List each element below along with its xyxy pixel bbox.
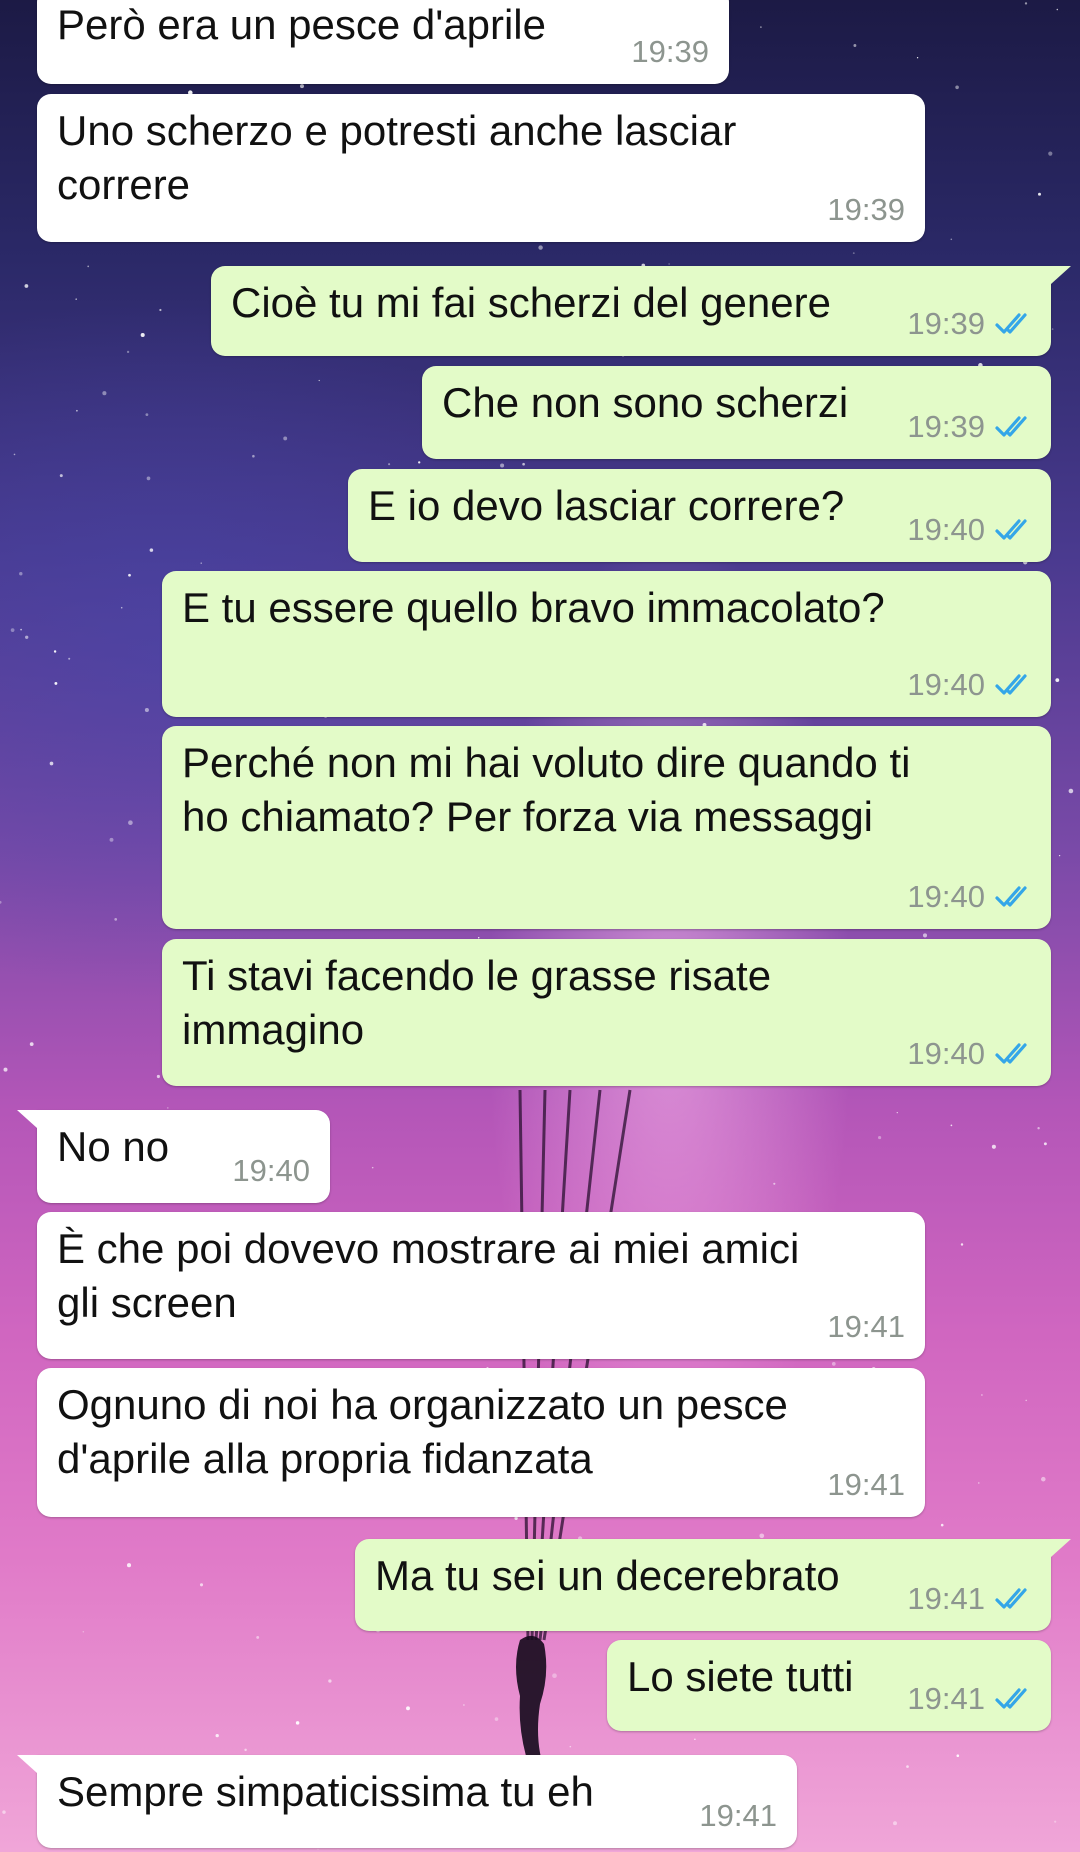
message-text: Ognuno di noi ha organizzato un pesce d'… bbox=[57, 1381, 788, 1482]
double-check-icon bbox=[995, 416, 1027, 437]
message-text: Però era un pesce d'aprile bbox=[57, 1, 546, 48]
double-check-icon bbox=[995, 674, 1027, 695]
message-timestamp: 19:40 bbox=[907, 1036, 985, 1071]
message-timestamp: 19:40 bbox=[907, 667, 985, 702]
outgoing-message[interactable]: E tu essere quello bravo immacolato? 19:4… bbox=[162, 571, 1051, 717]
message-timestamp: 19:41 bbox=[827, 1467, 905, 1502]
outgoing-message[interactable]: Cioè tu mi fai scherzi del genere 19:39 bbox=[211, 266, 1071, 356]
message-timestamp: 19:41 bbox=[907, 1581, 985, 1616]
double-check-icon bbox=[995, 1588, 1027, 1609]
message-text: Sempre simpaticissima tu eh bbox=[57, 1768, 594, 1815]
message-text: Cioè tu mi fai scherzi del genere bbox=[231, 279, 831, 326]
outgoing-message[interactable]: Ma tu sei un decerebrato 19:41 bbox=[355, 1539, 1071, 1631]
outgoing-message[interactable]: Perché non mi hai voluto dire quando ti … bbox=[162, 726, 1051, 929]
message-text: Perché non mi hai voluto dire quando ti … bbox=[182, 739, 911, 840]
message-meta: 19:41 bbox=[827, 1309, 905, 1345]
chat-thread: Però era un pesce d'aprile 19:39 Uno scher… bbox=[0, 0, 1080, 1852]
message-meta: 19:39 bbox=[827, 192, 905, 228]
message-meta: 19:40 bbox=[232, 1153, 310, 1189]
message-text: Che non sono scherzi bbox=[442, 379, 849, 426]
message-text: E io devo lasciar correre? bbox=[368, 482, 845, 529]
message-meta: 19:41 bbox=[907, 1681, 1033, 1717]
message-timestamp: 19:41 bbox=[827, 1309, 905, 1344]
outgoing-message[interactable]: Lo siete tutti 19:41 bbox=[607, 1640, 1051, 1731]
message-meta: 19:41 bbox=[699, 1798, 777, 1834]
outgoing-message[interactable]: Ti stavi facendo le grasse risate immagi… bbox=[162, 939, 1051, 1086]
incoming-message[interactable]: È che poi dovevo mostrare ai miei amici … bbox=[37, 1212, 925, 1359]
message-meta: 19:40 bbox=[907, 667, 1033, 703]
message-timestamp: 19:41 bbox=[907, 1681, 985, 1716]
double-check-icon bbox=[995, 519, 1027, 540]
message-meta: 19:40 bbox=[907, 512, 1033, 548]
message-text: Ti stavi facendo le grasse risate immagi… bbox=[182, 952, 772, 1053]
incoming-message[interactable]: Sempre simpaticissima tu eh 19:41 bbox=[17, 1755, 797, 1848]
incoming-message[interactable]: Però era un pesce d'aprile 19:39 bbox=[37, 0, 729, 84]
message-timestamp: 19:39 bbox=[907, 409, 985, 444]
message-meta: 19:41 bbox=[827, 1467, 905, 1503]
message-timestamp: 19:40 bbox=[232, 1153, 310, 1188]
message-timestamp: 19:39 bbox=[907, 306, 985, 341]
double-check-icon bbox=[995, 1688, 1027, 1709]
message-timestamp: 19:39 bbox=[631, 34, 709, 69]
message-meta: 19:39 bbox=[907, 409, 1033, 445]
incoming-message[interactable]: Ognuno di noi ha organizzato un pesce d'… bbox=[37, 1368, 925, 1517]
message-timestamp: 19:39 bbox=[827, 192, 905, 227]
message-meta: 19:39 bbox=[907, 306, 1033, 342]
message-meta: 19:40 bbox=[907, 879, 1033, 915]
incoming-message[interactable]: No no 19:40 bbox=[17, 1110, 330, 1203]
message-text: E tu essere quello bravo immacolato? bbox=[182, 584, 885, 631]
message-timestamp: 19:40 bbox=[907, 512, 985, 547]
message-meta: 19:39 bbox=[631, 34, 709, 70]
message-meta: 19:40 bbox=[907, 1036, 1033, 1072]
outgoing-message[interactable]: E io devo lasciar correre? 19:40 bbox=[348, 469, 1051, 562]
message-text: Ma tu sei un decerebrato bbox=[375, 1552, 840, 1599]
message-text: Uno scherzo e potresti anche lasciar cor… bbox=[57, 107, 737, 208]
double-check-icon bbox=[995, 886, 1027, 907]
message-text: Lo siete tutti bbox=[627, 1653, 854, 1700]
message-meta: 19:41 bbox=[907, 1581, 1033, 1617]
message-timestamp: 19:41 bbox=[699, 1798, 777, 1833]
double-check-icon bbox=[995, 1043, 1027, 1064]
message-timestamp: 19:40 bbox=[907, 879, 985, 914]
incoming-message[interactable]: Uno scherzo e potresti anche lasciar cor… bbox=[37, 94, 925, 242]
double-check-icon bbox=[995, 313, 1027, 334]
message-text: È che poi dovevo mostrare ai miei amici … bbox=[57, 1225, 800, 1326]
message-text: No no bbox=[57, 1123, 170, 1170]
outgoing-message[interactable]: Che non sono scherzi 19:39 bbox=[422, 366, 1051, 459]
